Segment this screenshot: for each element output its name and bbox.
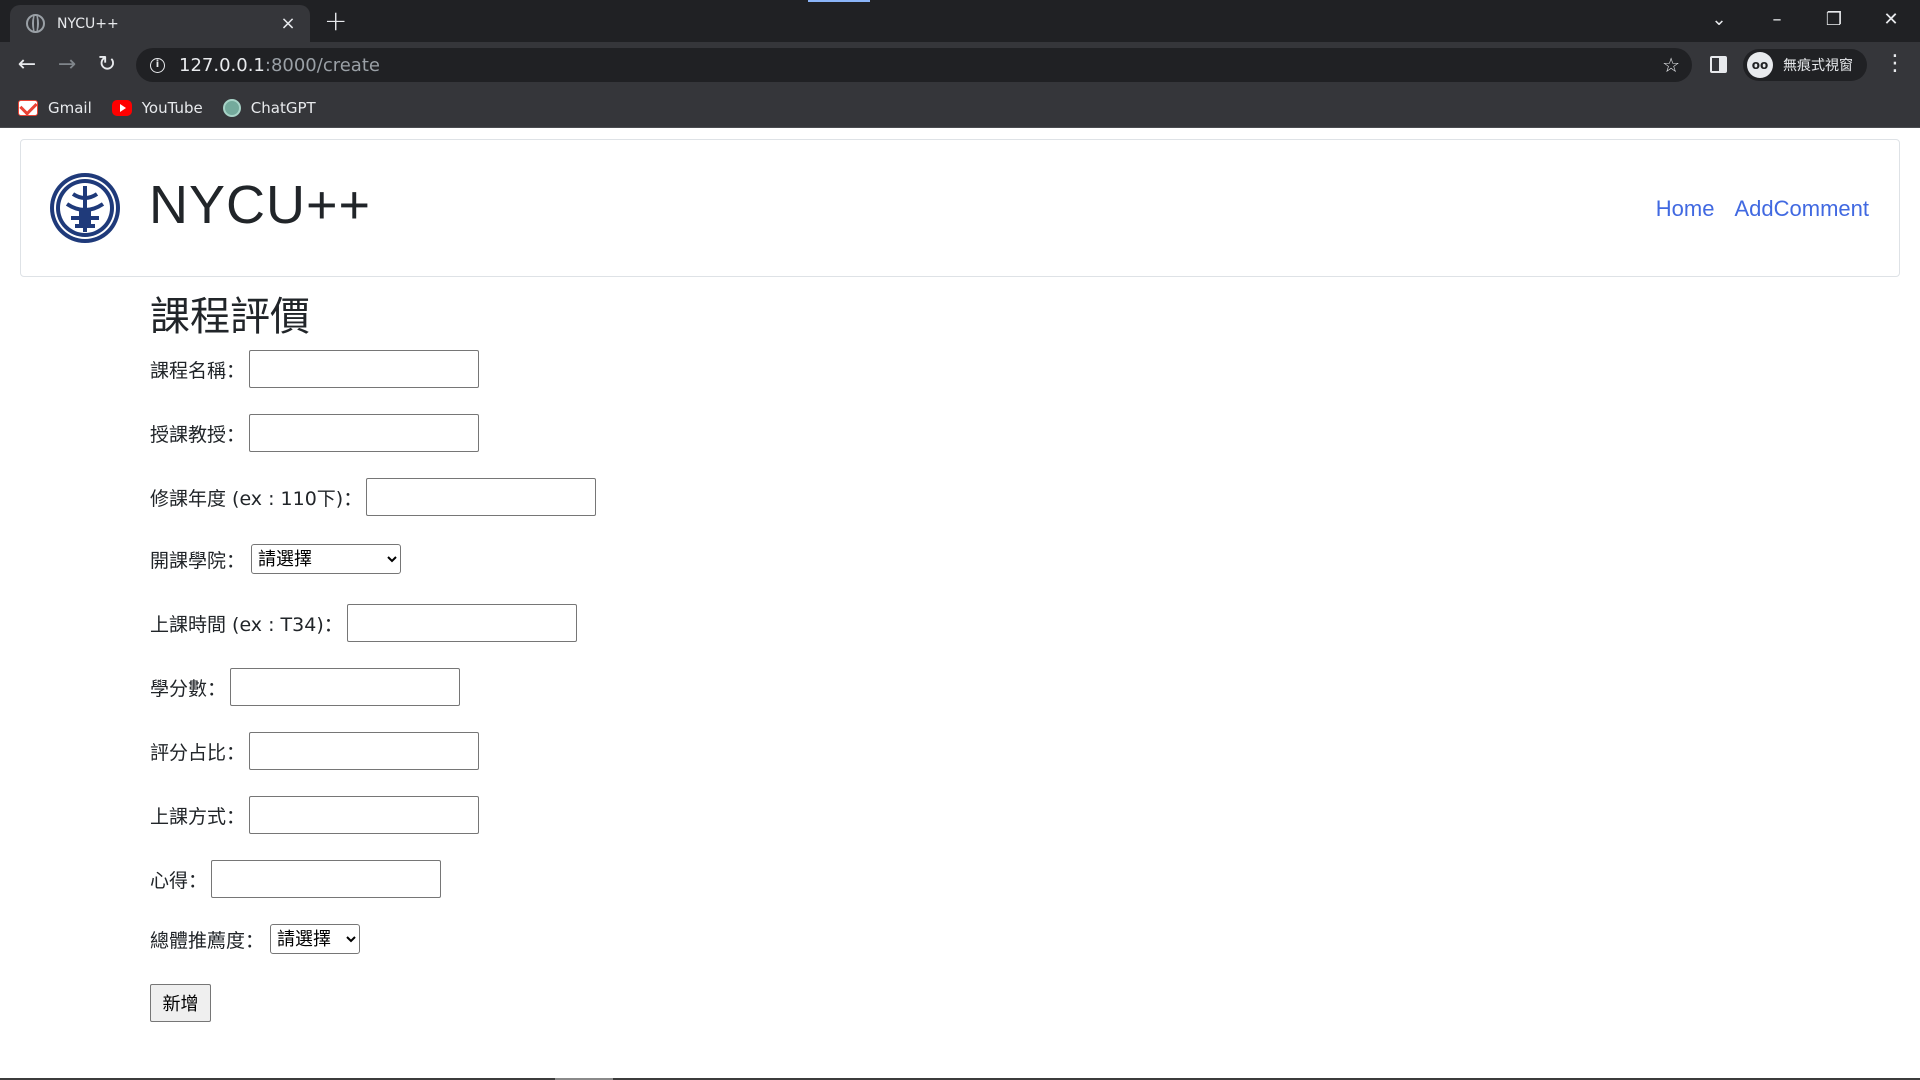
field-review: 心得： bbox=[150, 860, 1050, 898]
college-select[interactable]: 請選擇 bbox=[251, 544, 402, 574]
bookmark-star-icon[interactable]: ☆ bbox=[1662, 53, 1680, 77]
field-college: 開課學院： 請選擇 bbox=[150, 540, 1050, 578]
forward-icon[interactable]: → bbox=[52, 50, 82, 80]
college-label: 開課學院： bbox=[150, 549, 246, 572]
field-recommend: 總體推薦度： 請選擇 bbox=[150, 920, 1050, 958]
back-icon[interactable]: ← bbox=[12, 50, 42, 80]
site-navbar: NYCU++ Home AddComment bbox=[20, 139, 1900, 277]
nycu-seal-icon[interactable] bbox=[49, 172, 121, 244]
course-name-input[interactable] bbox=[249, 350, 480, 388]
review-input[interactable] bbox=[211, 860, 442, 898]
site-brand[interactable]: NYCU++ bbox=[149, 174, 371, 236]
bookmark-gmail[interactable]: Gmail bbox=[18, 99, 92, 117]
field-grading: 評分占比： bbox=[150, 732, 1050, 770]
nav-link-home[interactable]: Home bbox=[1656, 196, 1715, 222]
reload-icon[interactable]: ↻ bbox=[92, 50, 122, 80]
field-credits: 學分數： bbox=[150, 668, 1050, 706]
time-label: 上課時間 (ex : T34)： bbox=[150, 613, 343, 636]
url-host: 127.0.0.1 bbox=[179, 54, 265, 76]
gmail-icon bbox=[18, 99, 38, 116]
course-review-form: 課程評價 課程名稱： 授課教授： 修課年度 (ex : 110下)： 開課學院：… bbox=[150, 284, 1050, 1022]
grading-input[interactable] bbox=[249, 732, 480, 770]
submit-button[interactable]: 新增 bbox=[150, 984, 211, 1022]
professor-input[interactable] bbox=[249, 414, 480, 452]
tab-title: NYCU++ bbox=[57, 15, 119, 32]
field-time: 上課時間 (ex : T34)： bbox=[150, 604, 1050, 642]
professor-label: 授課教授： bbox=[150, 423, 246, 446]
field-course-name: 課程名稱： bbox=[150, 350, 1050, 388]
field-professor: 授課教授： bbox=[150, 414, 1050, 452]
restore-icon[interactable]: ❐ bbox=[1811, 0, 1857, 38]
address-bar[interactable]: i 127.0.0.1:8000/create ☆ bbox=[136, 48, 1692, 82]
page-viewport: NYCU++ Home AddComment 課程評價 課程名稱： 授課教授： … bbox=[0, 129, 1920, 1080]
bookmarks-bar: Gmail YouTube ChatGPT bbox=[0, 88, 1920, 128]
tab-search-icon[interactable]: ⌄ bbox=[1696, 0, 1742, 38]
credits-input[interactable] bbox=[230, 668, 461, 706]
year-label: 修課年度 (ex : 110下)： bbox=[150, 487, 363, 510]
window-close-icon[interactable]: ✕ bbox=[1868, 0, 1914, 38]
browser-tab[interactable]: NYCU++ × bbox=[10, 5, 310, 42]
new-tab-button[interactable]: + bbox=[324, 7, 347, 35]
grading-label: 評分占比： bbox=[150, 741, 246, 764]
bookmark-chatgpt[interactable]: ChatGPT bbox=[222, 98, 316, 117]
method-label: 上課方式： bbox=[150, 805, 246, 828]
browser-menu-icon[interactable]: ⋮ bbox=[1884, 51, 1906, 76]
site-info-icon[interactable]: i bbox=[150, 57, 165, 73]
incognito-icon: oo bbox=[1747, 52, 1773, 78]
minimize-icon[interactable]: – bbox=[1754, 0, 1800, 38]
recommend-select[interactable]: 請選擇 bbox=[270, 924, 361, 954]
tab-strip-indicator bbox=[808, 0, 870, 2]
bookmark-youtube[interactable]: YouTube bbox=[111, 98, 203, 117]
nav-links: Home AddComment bbox=[1636, 196, 1869, 222]
bookmark-label: YouTube bbox=[141, 98, 203, 117]
youtube-icon bbox=[111, 99, 132, 116]
nav-link-addcomment[interactable]: AddComment bbox=[1734, 196, 1869, 222]
method-input[interactable] bbox=[249, 796, 480, 834]
chatgpt-icon bbox=[222, 98, 241, 117]
url-path: :8000/create bbox=[264, 54, 380, 76]
field-year: 修課年度 (ex : 110下)： bbox=[150, 478, 1050, 516]
incognito-profile-button[interactable]: oo 無痕式視窗 bbox=[1743, 49, 1867, 81]
tab-strip: NYCU++ × + ⌄ – ❐ ✕ bbox=[0, 0, 1920, 42]
credits-label: 學分數： bbox=[150, 677, 227, 700]
browser-toolbar: ← → ↻ i 127.0.0.1:8000/create ☆ oo 無痕式視窗… bbox=[0, 42, 1920, 88]
globe-icon bbox=[26, 14, 45, 33]
course-name-label: 課程名稱： bbox=[150, 359, 246, 382]
tab-close-icon[interactable]: × bbox=[278, 13, 298, 34]
page-title: 課程評價 bbox=[150, 294, 310, 340]
year-input[interactable] bbox=[366, 478, 597, 516]
bookmark-label: Gmail bbox=[48, 98, 92, 117]
review-label: 心得： bbox=[150, 869, 208, 892]
recommend-label: 總體推薦度： bbox=[150, 929, 265, 952]
bookmark-label: ChatGPT bbox=[250, 98, 316, 117]
incognito-label: 無痕式視窗 bbox=[1783, 58, 1853, 74]
field-method: 上課方式： bbox=[150, 796, 1050, 834]
time-input[interactable] bbox=[346, 604, 577, 642]
side-panel-icon[interactable] bbox=[1710, 56, 1727, 73]
